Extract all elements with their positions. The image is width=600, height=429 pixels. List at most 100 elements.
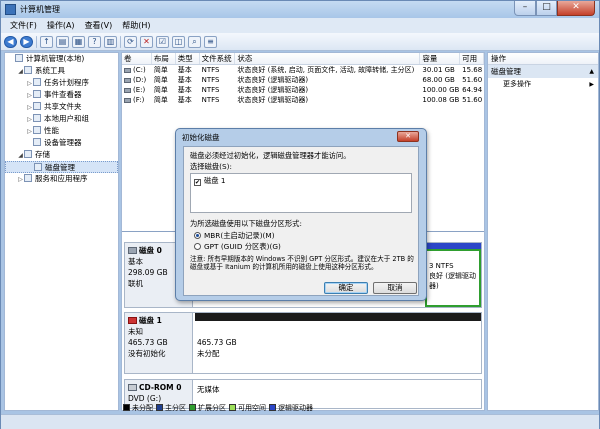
toolbar: ◀ ▶ ↑ ▤ ▦ ? ▥ ⟳ ✕ ☑ ◫ ⌕ ≡ (1, 33, 599, 51)
refresh-icon[interactable]: ⟳ (124, 35, 137, 48)
tree-item[interactable]: ▷ 性能 (5, 125, 118, 137)
tree-item[interactable]: ▷ 任务计划程序 (5, 77, 118, 89)
disk-1-row[interactable]: 磁盘 1 未知 465.73 GB 没有初始化 465.73 GB 未分配 (124, 312, 482, 374)
tree-item[interactable]: ◢ 系统工具 (5, 65, 118, 77)
computer-management-icon (5, 4, 16, 15)
legend-label: 逻辑驱动器 (278, 404, 313, 412)
dialog-body: 磁盘必须经过初始化，逻辑磁盘管理器才能访问。 选择磁盘(S): ✔ 磁盘 1 为所… (183, 146, 419, 296)
tree-item[interactable]: 计算机管理(本地) (5, 53, 118, 65)
properties-icon[interactable]: ▦ (72, 35, 85, 48)
cdrom-icon (128, 384, 137, 391)
toolbar-separator (36, 35, 37, 48)
show-hide-tree-icon[interactable]: ▤ (56, 35, 69, 48)
col-volume[interactable]: 卷 (122, 53, 152, 64)
legend-swatch (229, 404, 236, 411)
table-cell: NTFS (201, 66, 220, 74)
table-row[interactable]: (C:) 简单 基本 NTFS 状态良好 (系统, 启动, 页面文件, 活动, 故障转储… (122, 65, 484, 75)
disk-1-unallocated[interactable]: 465.73 GB 未分配 (197, 337, 237, 359)
col-status[interactable]: 状态 (235, 53, 421, 64)
more-actions[interactable]: 更多操作 ▶ (488, 78, 598, 91)
storage-icon (24, 150, 32, 158)
up-folder-icon[interactable]: ↑ (40, 35, 53, 48)
tree-item[interactable]: ▷ 服务和应用程序 (5, 173, 118, 185)
expand-arrow-icon[interactable]: ▷ (17, 174, 24, 186)
col-free[interactable]: 可用 (460, 53, 484, 64)
col-capacity[interactable]: 容量 (420, 53, 461, 64)
dialog-message: 磁盘必须经过初始化，逻辑磁盘管理器才能访问。 (190, 151, 351, 160)
volume-icon (124, 68, 131, 73)
tree-item[interactable]: ▷ 本地用户和组 (5, 113, 118, 125)
menu-action[interactable]: 操作(A) (42, 18, 80, 33)
tree-item[interactable]: 磁盘管理 (5, 161, 118, 173)
legend-swatch (156, 404, 163, 411)
tree-item-label: 本地用户和组 (44, 114, 89, 123)
volume-icon (124, 88, 131, 93)
dialog-close-button[interactable]: ✕ (397, 131, 419, 142)
tree-item-label: 系统工具 (35, 66, 65, 75)
back-icon[interactable]: ◀ (4, 35, 17, 48)
checklist-icon[interactable]: ☑ (156, 35, 169, 48)
mbr-option[interactable]: MBR(主启动记录)(M) (194, 231, 275, 240)
tree-item[interactable]: ▷ 事件查看器 (5, 89, 118, 101)
search-icon[interactable]: ⌕ (188, 35, 201, 48)
disk-1-list-item[interactable]: ✔ 磁盘 1 (194, 176, 226, 186)
legend-label: 主分区 (165, 404, 186, 412)
table-row[interactable]: (E:) 简单 基本 NTFS 状态良好 (逻辑驱动器) 100.00 GB 64.94 (122, 85, 484, 95)
tree-item[interactable]: ▷ 共享文件夹 (5, 101, 118, 113)
table-cell: NTFS (201, 76, 220, 84)
disk-1-label: 磁盘 1 未知 465.73 GB 没有初始化 (125, 313, 193, 373)
window: 计算机管理 – □ ✕ 文件(F) 操作(A) 查看(V) 帮助(H) ◀ ▶ … (0, 0, 600, 429)
initialize-disk-dialog: 初始化磁盘 ✕ 磁盘必须经过初始化，逻辑磁盘管理器才能访问。 选择磁盘(S): … (175, 128, 427, 301)
menu-file[interactable]: 文件(F) (5, 18, 42, 33)
menu-view[interactable]: 查看(V) (80, 18, 118, 33)
radio-unselected-icon[interactable] (194, 243, 201, 250)
radio-selected-icon[interactable] (194, 232, 201, 239)
disk-icon (128, 247, 137, 254)
help-icon[interactable]: ? (88, 35, 101, 48)
tree-item-label: 计算机管理(本地) (26, 54, 85, 63)
tree-item-label: 服务和应用程序 (35, 174, 88, 183)
forward-icon[interactable]: ▶ (20, 35, 33, 48)
tree-item[interactable]: ◢ 存储 (5, 149, 118, 161)
list-view-icon[interactable]: ≡ (204, 35, 217, 48)
close-button[interactable]: ✕ (557, 1, 595, 16)
open-folder-icon[interactable]: ◫ (172, 35, 185, 48)
title-bar[interactable]: 计算机管理 – □ ✕ (1, 1, 599, 18)
device-manager-icon (33, 138, 41, 146)
dialog-note: 注意: 所有早期版本的 Windows 不识别 GPT 分区形式。建议在大于 2… (190, 255, 414, 271)
actions-header: 操作 (488, 53, 598, 65)
table-cell: 简单 (153, 96, 168, 104)
volume-icon (124, 78, 131, 83)
cancel-button[interactable]: 取消 (373, 282, 417, 294)
table-cell: (E:) (122, 85, 152, 95)
checkbox-checked-icon[interactable]: ✔ (194, 179, 201, 186)
disk-listbox[interactable]: ✔ 磁盘 1 (190, 173, 412, 213)
disk-0-partition-f[interactable]: 3 NTFS 良好 (逻辑驱动器) (425, 249, 481, 307)
grid-view-icon[interactable]: ▥ (104, 35, 117, 48)
actions-disk-management[interactable]: 磁盘管理 ▲ (488, 65, 598, 78)
table-row[interactable]: (F:) 简单 基本 NTFS 状态良好 (逻辑驱动器) 100.08 GB 51.60 (122, 95, 484, 105)
maximize-button[interactable]: □ (536, 1, 557, 16)
ok-button[interactable]: 确定 (324, 282, 368, 294)
volume-name: (E:) (133, 86, 146, 94)
partition-style-label: 为所选磁盘使用以下磁盘分区形式: (190, 219, 302, 228)
shared-folder-icon (33, 102, 41, 110)
legend-item: 扩展分区 (189, 403, 226, 413)
minimize-button[interactable]: – (514, 1, 536, 16)
legend-label: 未分配 (132, 404, 153, 412)
actions-section-label: 磁盘管理 (491, 67, 521, 76)
table-cell: (D:) (122, 75, 152, 85)
dialog-title: 初始化磁盘 (182, 133, 220, 142)
col-filesystem[interactable]: 文件系统 (200, 53, 236, 64)
actions-pane: 操作 磁盘管理 ▲ 更多操作 ▶ (487, 52, 599, 411)
gpt-option[interactable]: GPT (GUID 分区表)(G) (194, 242, 281, 251)
table-cell: (C:) (122, 65, 152, 75)
volume-table: (C:) 简单 基本 NTFS 状态良好 (系统, 启动, 页面文件, 活动, 故障转储… (122, 65, 484, 105)
col-type[interactable]: 类型 (176, 53, 200, 64)
col-layout[interactable]: 布局 (152, 53, 176, 64)
table-row[interactable]: (D:) 简单 基本 NTFS 状态良好 (逻辑驱动器) 68.00 GB 51.60 (122, 75, 484, 85)
delete-icon[interactable]: ✕ (140, 35, 153, 48)
table-cell: 简单 (153, 66, 168, 74)
menu-help[interactable]: 帮助(H) (117, 18, 155, 33)
tree-item[interactable]: 设备管理器 (5, 137, 118, 149)
